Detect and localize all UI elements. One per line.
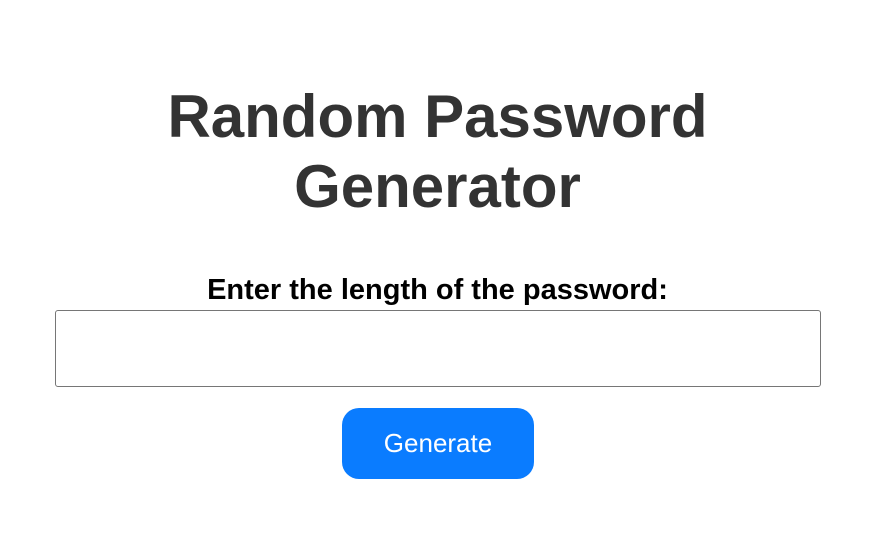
page-title-line-1: Random Password: [167, 83, 708, 150]
page-title-line-2: Generator: [294, 153, 581, 220]
page-title: Random Password Generator: [0, 82, 875, 222]
password-length-label: Enter the length of the password:: [207, 274, 668, 306]
password-length-input[interactable]: [55, 310, 821, 387]
generate-button[interactable]: Generate: [342, 408, 534, 479]
password-generator-page: Random Password Generator Enter the leng…: [0, 0, 875, 553]
